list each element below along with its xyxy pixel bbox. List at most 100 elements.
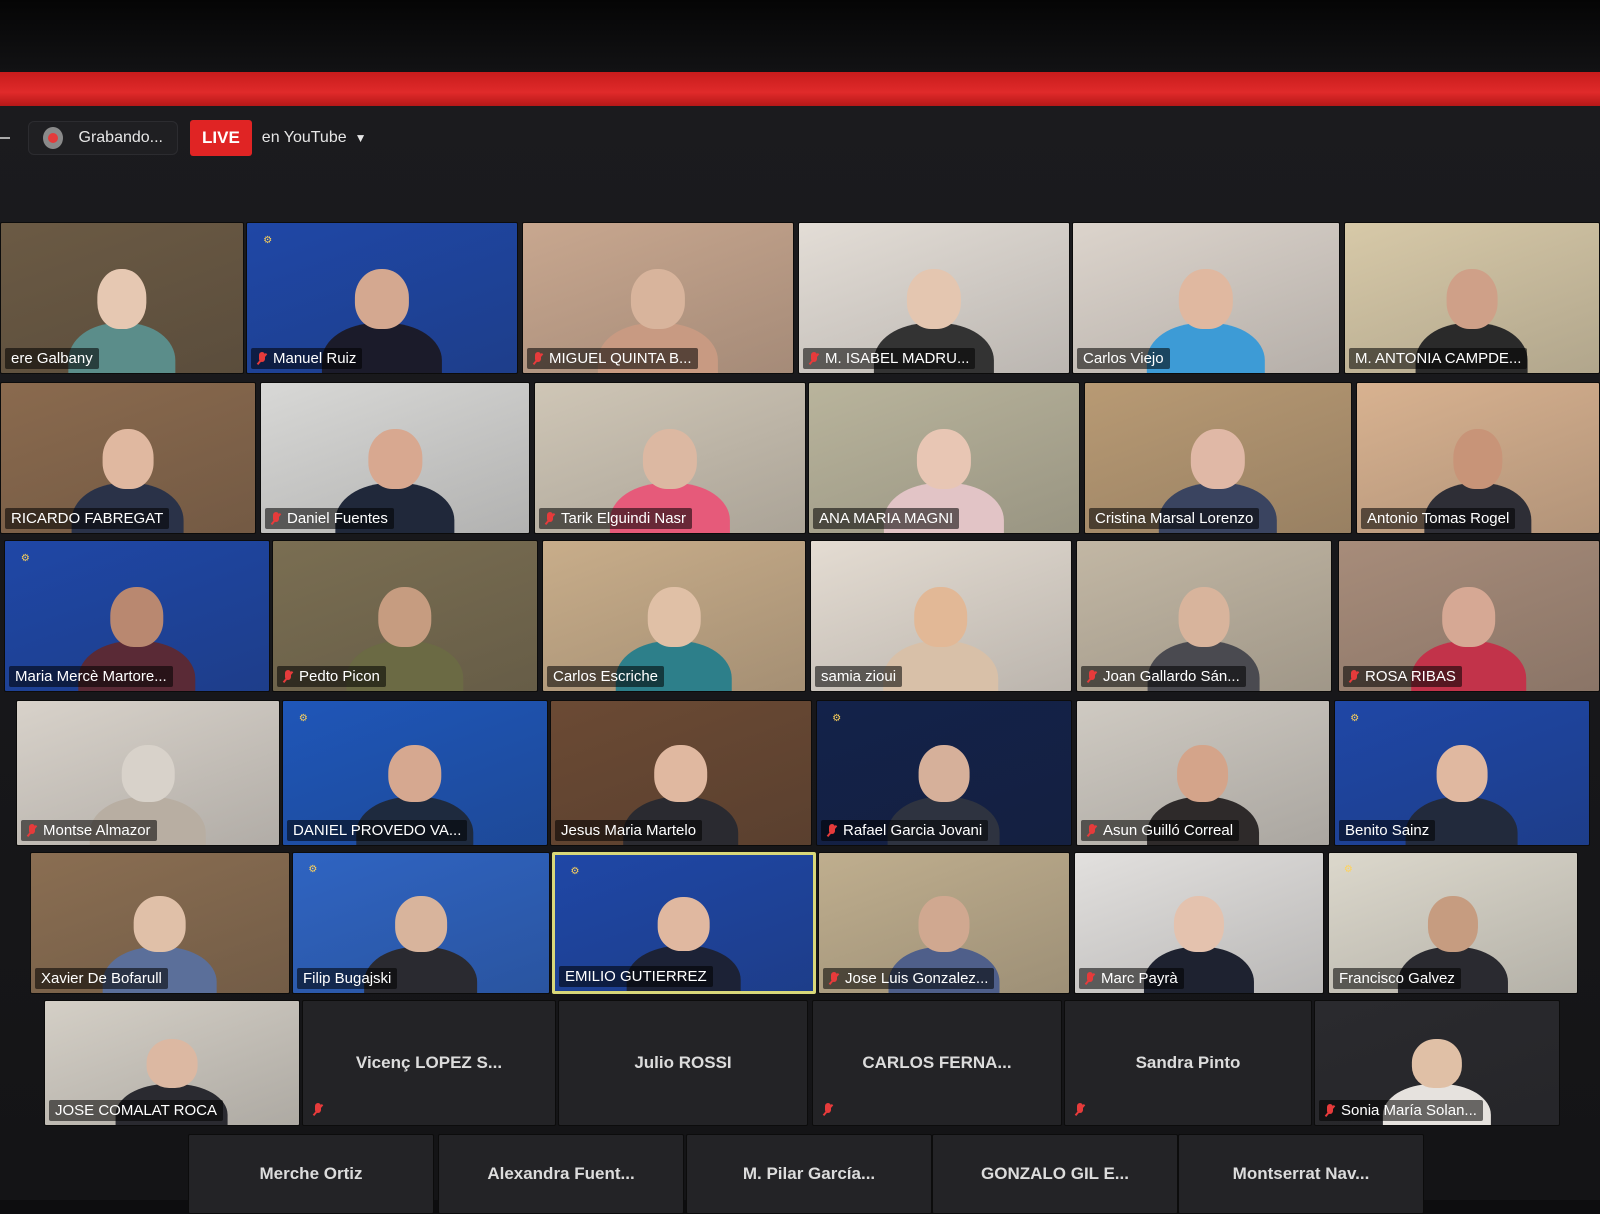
mic-muted-icon	[313, 1103, 323, 1117]
participant-name: Benito Sainz	[1345, 822, 1430, 839]
participant-tile-montserrat-nav[interactable]: Montserrat Nav...	[1178, 1134, 1424, 1214]
participant-tile-daniel-fuentes[interactable]: Daniel Fuentes	[260, 382, 530, 534]
participant-nameplate: Cristina Marsal Lorenzo	[1089, 508, 1260, 529]
participant-nameplate: ere Galbany	[5, 348, 99, 369]
participant-tile-julio-rossi[interactable]: Julio ROSSI	[558, 1000, 808, 1126]
participant-name: M. ANTONIA CAMPDE...	[1355, 350, 1522, 367]
participant-name: JOSE COMALAT ROCA	[55, 1102, 217, 1119]
participant-nameplate: Antonio Tomas Rogel	[1361, 508, 1516, 529]
participant-nameplate: Tarik Elguindi Nasr	[539, 508, 693, 529]
participant-nameplate: ANA MARIA MAGNI	[813, 508, 960, 529]
participant-nameplate: Pedto Picon	[277, 666, 386, 687]
participant-nameplate: Manuel Ruiz	[251, 348, 363, 369]
participant-tile-montse-almazor[interactable]: Montse Almazor	[16, 700, 280, 846]
participant-nameplate: M. ISABEL MADRU...	[803, 348, 976, 369]
mic-muted-icon	[1087, 823, 1097, 838]
participant-tile-carlos-ferna[interactable]: CARLOS FERNA...	[812, 1000, 1062, 1126]
mic-muted-icon	[829, 971, 839, 986]
participant-nameplate: DANIEL PROVEDO VA...	[287, 820, 468, 841]
rotary-logo-icon: ⚙	[263, 235, 273, 246]
participant-nameplate: Rafael Garcia Jovani	[821, 820, 989, 841]
participant-nameplate: MIGUEL QUINTA B...	[527, 348, 698, 369]
participant-nameplate: Daniel Fuentes	[265, 508, 394, 529]
participant-tile-daniel-provedo-va[interactable]: ⚙ DANIEL PROVEDO VA...	[282, 700, 548, 846]
participant-tile-antonio-tomas-rogel[interactable]: Antonio Tomas Rogel	[1356, 382, 1600, 534]
mic-muted-icon	[1325, 1103, 1335, 1118]
mic-muted-icon	[823, 1103, 833, 1117]
participant-tile-merche-ortiz[interactable]: Merche Ortiz	[188, 1134, 434, 1214]
participant-name: MIGUEL QUINTA B...	[549, 350, 692, 367]
participant-nameplate: Jesus Maria Martelo	[555, 820, 703, 841]
participant-nameplate: Asun Guilló Correal	[1081, 820, 1240, 841]
participant-name: Maria Mercè Martore...	[15, 668, 167, 685]
participant-tile-benito-sainz[interactable]: ⚙ Benito Sainz	[1334, 700, 1590, 846]
mic-muted-icon	[827, 823, 837, 838]
participant-tile-emilio-gutierrez[interactable]: ⚙ EMILIO GUTIERREZ	[552, 852, 816, 994]
participant-name: Pedto Picon	[299, 668, 380, 685]
participant-tile-ana-maria-magni[interactable]: ANA MARIA MAGNI	[808, 382, 1080, 534]
participant-tile-jose-luis-gonzalez[interactable]: Jose Luis Gonzalez...	[818, 852, 1070, 994]
participant-tile-joan-gallardo-san[interactable]: Joan Gallardo Sán...	[1076, 540, 1332, 692]
participant-tile-samia-zioui[interactable]: samia zioui	[810, 540, 1072, 692]
participant-gallery: ere Galbany ⚙ Manuel Ruiz MIGUEL QUINTA B..…	[0, 0, 1600, 1214]
participant-tile-pedto-picon[interactable]: Pedto Picon	[272, 540, 538, 692]
participant-name: Francisco Galvez	[1339, 970, 1455, 987]
participant-tile-vicenc-lopez-s[interactable]: Vicenç LOPEZ S...	[302, 1000, 556, 1126]
participant-name: Filip Bugajski	[303, 970, 392, 987]
participant-tile-jose-comalat-roca[interactable]: JOSE COMALAT ROCA	[44, 1000, 300, 1126]
mic-muted-icon	[809, 351, 819, 366]
participant-nameplate: ROSA RIBAS	[1343, 666, 1462, 687]
participant-tile-carlos-viejo[interactable]: Carlos Viejo	[1072, 222, 1340, 374]
participant-tile-alexandra-fuent[interactable]: Alexandra Fuent...	[438, 1134, 684, 1214]
participant-tile-carlos-escriche[interactable]: Carlos Escriche	[542, 540, 806, 692]
participant-tile-m-pilar-garcia[interactable]: M. Pilar García...	[686, 1134, 932, 1214]
participant-tile-ricardo-fabregat[interactable]: RICARDO FABREGAT	[0, 382, 256, 534]
participant-name: Tarik Elguindi Nasr	[561, 510, 687, 527]
participant-name: Xavier De Bofarull	[41, 970, 162, 987]
participant-nameplate: RICARDO FABREGAT	[5, 508, 170, 529]
participant-tile-sonia-maria-solan[interactable]: Sonia María Solan...	[1314, 1000, 1560, 1126]
participant-name: CARLOS FERNA...	[862, 1053, 1012, 1072]
participant-tile-m-antonia-campde[interactable]: M. ANTONIA CAMPDE...	[1344, 222, 1600, 374]
participant-tile-maria-merce-martore[interactable]: ⚙ Maria Mercè Martore...	[4, 540, 270, 692]
participant-name: Asun Guilló Correal	[1103, 822, 1234, 839]
mic-muted-icon	[1085, 971, 1095, 986]
participant-name: Rafael Garcia Jovani	[843, 822, 983, 839]
participant-name: DANIEL PROVEDO VA...	[293, 822, 462, 839]
mic-muted-icon	[1349, 669, 1359, 684]
rotary-logo-icon: ⚙	[570, 865, 580, 877]
participant-tile-miguel-quinta-b[interactable]: MIGUEL QUINTA B...	[522, 222, 794, 374]
participant-tile-xavier-de-bofarull[interactable]: Xavier De Bofarull	[30, 852, 290, 994]
participant-tile-sandra-pinto[interactable]: Sandra Pinto	[1064, 1000, 1312, 1126]
participant-tile-m-isabel-madru[interactable]: M. ISABEL MADRU...	[798, 222, 1070, 374]
participant-tile-marc-payra[interactable]: Marc Payrà	[1074, 852, 1324, 994]
mic-muted-icon	[545, 511, 555, 526]
participant-name: samia zioui	[821, 668, 897, 685]
participant-name: Jesus Maria Martelo	[561, 822, 697, 839]
participant-name: EMILIO GUTIERREZ	[565, 968, 707, 985]
participant-name: Montserrat Nav...	[1232, 1164, 1370, 1183]
participant-name: ANA MARIA MAGNI	[819, 510, 954, 527]
participant-name: M. Pilar García...	[742, 1164, 876, 1183]
mic-muted-icon	[1087, 669, 1097, 684]
participant-name: Vicenç LOPEZ S...	[355, 1053, 503, 1072]
participant-tile-filip-bugajski[interactable]: ⚙ Filip Bugajski	[292, 852, 550, 994]
participant-tile-francisco-galvez[interactable]: ⚙ Francisco Galvez	[1328, 852, 1578, 994]
participant-tile-jesus-maria-martelo[interactable]: Jesus Maria Martelo	[550, 700, 812, 846]
participant-nameplate: Benito Sainz	[1339, 820, 1436, 841]
participant-tile-rosa-ribas[interactable]: ROSA RIBAS	[1338, 540, 1600, 692]
participant-tile-asun-guillo-correal[interactable]: Asun Guilló Correal	[1076, 700, 1330, 846]
participant-tile-manuel-ruiz[interactable]: ⚙ Manuel Ruiz	[246, 222, 518, 374]
participant-tile-gonzalo-gil-e[interactable]: GONZALO GIL E...	[932, 1134, 1178, 1214]
participant-tile-tarik-elguindi-nasr[interactable]: Tarik Elguindi Nasr	[534, 382, 806, 534]
participant-name: Daniel Fuentes	[287, 510, 388, 527]
participant-tile-rafael-garcia-jovani[interactable]: ⚙ Rafael Garcia Jovani	[816, 700, 1072, 846]
participant-name: Carlos Viejo	[1083, 350, 1164, 367]
participant-tile-ere-galbany[interactable]: ere Galbany	[0, 222, 244, 374]
participant-name: Cristina Marsal Lorenzo	[1095, 510, 1254, 527]
participant-tile-cristina-marsal-lorenzo[interactable]: Cristina Marsal Lorenzo	[1084, 382, 1352, 534]
participant-nameplate: Carlos Escriche	[547, 666, 665, 687]
participant-name: RICARDO FABREGAT	[11, 510, 164, 527]
participant-name: Joan Gallardo Sán...	[1103, 668, 1240, 685]
participant-name: Manuel Ruiz	[273, 350, 357, 367]
